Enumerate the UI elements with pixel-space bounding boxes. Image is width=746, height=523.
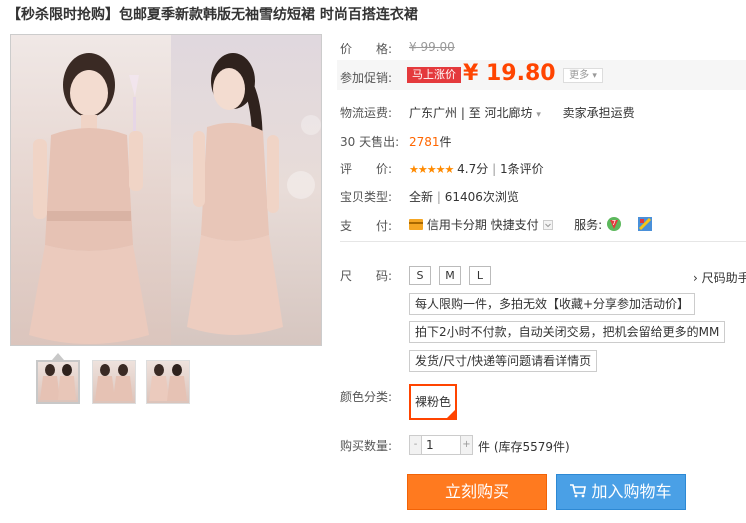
shipping-note: 卖家承担运费 <box>562 106 635 120</box>
sales-unit: 件 <box>439 135 452 149</box>
sales-count: 2781 <box>409 135 440 149</box>
size-option-l[interactable]: L <box>469 266 491 285</box>
rating-sep: | <box>492 162 497 176</box>
payment-info: 信用卡分期 快捷支付 服务: 7 <box>409 216 652 235</box>
quantity-label: 购买数量: <box>340 439 393 453</box>
item-condition: 全新 <box>409 190 434 204</box>
thumbnail-selected-pointer <box>52 353 64 360</box>
main-product-image[interactable] <box>10 34 322 346</box>
item-type-sep: | <box>436 190 441 204</box>
promo-label: 参加促销: <box>340 71 393 85</box>
credit-installment[interactable]: 信用卡分期 <box>427 218 487 232</box>
shipping-label: 物流运费: <box>340 106 393 120</box>
thumbnail-3[interactable] <box>146 360 190 404</box>
color-option-selected[interactable]: 裸粉色 <box>409 384 457 420</box>
product-title: 【秒杀限时抢购】包邮夏季新款韩版无袖雪纺短裙 时尚百搭连衣裙 <box>7 7 418 23</box>
original-price: ¥ 99.00 <box>409 40 455 54</box>
svg-text:7: 7 <box>612 219 616 227</box>
chevron-down-icon[interactable] <box>542 219 553 233</box>
add-to-cart-label: 加入购物车 <box>591 482 672 501</box>
quantity-stepper: - 1 + <box>409 435 473 455</box>
cart-icon <box>570 476 587 510</box>
stock-info: 件 (库存5579件) <box>478 440 570 454</box>
thumbnail-2[interactable] <box>92 360 136 404</box>
ship-to: 河北廊坊 <box>484 106 533 120</box>
size-option-m[interactable]: M <box>439 266 461 285</box>
item-type-label: 宝贝类型: <box>340 190 393 204</box>
ship-from: 广东广州 <box>409 106 458 120</box>
size-option-s[interactable]: S <box>409 266 431 285</box>
product-photo-side <box>171 35 321 345</box>
guarantee-icon[interactable] <box>637 217 652 234</box>
review-count-link[interactable]: 1条评价 <box>500 162 544 176</box>
current-price: ¥ 19.80 <box>463 61 556 86</box>
chevron-down-icon: ▾ <box>592 71 597 81</box>
buy-now-button[interactable]: 立刻购买 <box>407 474 547 510</box>
promo-badge: 马上涨价 <box>407 67 461 83</box>
rating-label: 评 价: <box>340 162 393 176</box>
color-label: 颜色分类: <box>340 390 393 404</box>
color-option-label: 裸粉色 <box>414 395 451 409</box>
rating-score: 4.7分 <box>457 162 489 176</box>
chevron-down-icon: ▾ <box>536 110 541 120</box>
section-divider <box>340 241 746 242</box>
shipping-info: 广东广州 | 至 河北廊坊 ▾ 卖家承担运费 <box>409 104 635 121</box>
more-promos-label: 更多 <box>569 70 590 81</box>
more-promos-button[interactable]: 更多 ▾ <box>563 68 603 83</box>
price-label: 价 格: <box>340 42 393 56</box>
credit-card-icon <box>409 218 423 233</box>
sales-info: 2781件 <box>409 133 452 150</box>
size-label: 尺 码: <box>340 269 393 283</box>
add-to-cart-button[interactable]: 加入购物车 <box>556 474 686 510</box>
quantity-decrease-button[interactable]: - <box>410 436 422 454</box>
ship-to-selector[interactable]: 河北廊坊 ▾ <box>485 106 541 120</box>
selected-check-icon <box>446 409 456 419</box>
ship-sep: | 至 <box>460 106 481 120</box>
product-photo-front <box>11 35 171 345</box>
notice-details: 发货/尺寸/快递等问题请看详情页 <box>409 350 598 372</box>
notice-limit: 每人限购一件，多拍无效【收藏+分享参加活动价】 <box>409 293 696 315</box>
view-count: 61406次浏览 <box>444 190 519 204</box>
quantity-input[interactable]: 1 <box>426 438 434 452</box>
item-type-info: 全新 | 61406次浏览 <box>409 188 519 205</box>
seven-day-return-icon[interactable]: 7 <box>606 216 622 235</box>
size-guide-link[interactable]: › 尺码助手 <box>693 269 746 286</box>
quantity-increase-button[interactable]: + <box>460 436 472 454</box>
quick-pay[interactable]: 快捷支付 <box>491 218 539 232</box>
notice-unpaid: 拍下2小时不付款，自动关闭交易，把机会留给更多的MM <box>409 321 726 343</box>
rating-stars-icon: ★★★★★ <box>409 163 454 176</box>
service-label: 服务: <box>574 218 603 232</box>
rating-info: ★★★★★ 4.7分 | 1条评价 <box>409 160 544 177</box>
payment-label: 支 付: <box>340 219 393 233</box>
thumbnail-1[interactable] <box>36 360 80 404</box>
sales-label: 30 天售出: <box>340 135 400 149</box>
